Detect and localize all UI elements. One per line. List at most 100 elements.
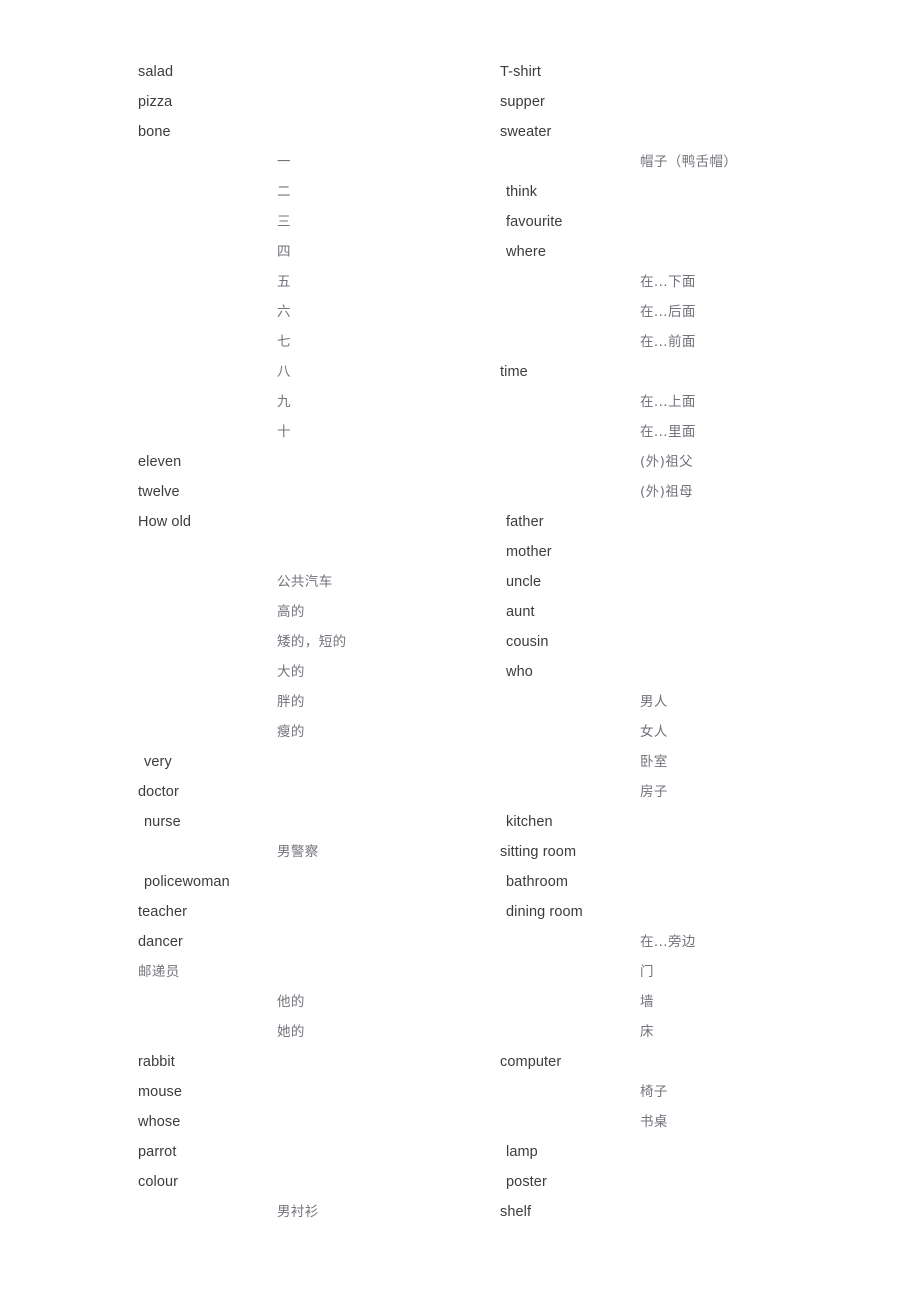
word-cell: 男警察 xyxy=(277,844,319,860)
word-row: teacher dining room xyxy=(0,902,920,932)
word-cell: whose xyxy=(138,1114,181,1130)
word-row: 六 在...后面 xyxy=(0,302,920,332)
word-cell: sitting room xyxy=(500,844,577,860)
word-cell: teacher xyxy=(138,904,188,920)
word-cell: 矮的，短的 xyxy=(277,634,347,650)
word-row: eleven (外)祖父 xyxy=(0,452,920,482)
word-row: policewoman bathroom xyxy=(0,872,920,902)
word-row: 一 帽子（鸭舌帽） xyxy=(0,152,920,182)
word-row: pizza supper xyxy=(0,92,920,122)
word-cell: policewoman xyxy=(144,874,230,890)
word-cell: aunt xyxy=(506,604,535,620)
word-cell: colour xyxy=(138,1174,179,1190)
word-cell: 邮递员 xyxy=(138,964,180,980)
word-cell: 她的 xyxy=(277,1024,305,1040)
word-cell: nurse xyxy=(144,814,181,830)
word-cell: How old xyxy=(138,514,192,530)
word-row: 公共汽车 uncle xyxy=(0,572,920,602)
word-cell: 帽子（鸭舌帽） xyxy=(640,154,738,170)
word-cell: 门 xyxy=(640,964,654,980)
word-row: 她的 床 xyxy=(0,1022,920,1052)
word-cell: bathroom xyxy=(506,874,569,890)
word-cell: twelve xyxy=(138,484,180,500)
word-cell: rabbit xyxy=(138,1054,175,1070)
word-cell: 三 xyxy=(277,214,291,230)
word-row: 他的 墙 xyxy=(0,992,920,1022)
word-cell: pizza xyxy=(138,94,173,110)
word-row: 二 think xyxy=(0,182,920,212)
word-cell: 房子 xyxy=(640,784,668,800)
word-cell: computer xyxy=(500,1054,562,1070)
word-cell: dining room xyxy=(506,904,583,920)
word-cell: 高的 xyxy=(277,604,305,620)
word-row: 八 time xyxy=(0,362,920,392)
word-cell: cousin xyxy=(506,634,549,650)
word-cell: bone xyxy=(138,124,171,140)
word-cell: lamp xyxy=(506,1144,538,1160)
word-cell: shelf xyxy=(500,1204,532,1220)
word-cell: doctor xyxy=(138,784,179,800)
word-cell: 墙 xyxy=(640,994,654,1010)
word-row: mouse 椅子 xyxy=(0,1082,920,1112)
word-cell: 在...旁边 xyxy=(640,934,696,950)
word-cell: 十 xyxy=(277,424,291,440)
word-cell: (外)祖母 xyxy=(640,484,694,500)
word-cell: father xyxy=(506,514,544,530)
word-row: 胖的 男人 xyxy=(0,692,920,722)
word-row: dancer 在...旁边 xyxy=(0,932,920,962)
word-row: bone sweater xyxy=(0,122,920,152)
word-cell: who xyxy=(506,664,533,680)
word-cell: 女人 xyxy=(640,724,668,740)
word-cell: 八 xyxy=(277,364,291,380)
word-cell: very xyxy=(144,754,172,770)
word-cell: 一 xyxy=(277,154,291,170)
word-row: 男警察 sitting room xyxy=(0,842,920,872)
word-cell: 四 xyxy=(277,244,291,260)
word-row: 三 favourite xyxy=(0,212,920,242)
word-row: 男衬衫 shelf xyxy=(0,1202,920,1232)
word-cell: 大的 xyxy=(277,664,305,680)
word-cell: 床 xyxy=(640,1024,654,1040)
word-cell: poster xyxy=(506,1174,547,1190)
word-cell: 公共汽车 xyxy=(277,574,333,590)
word-cell: 他的 xyxy=(277,994,305,1010)
word-cell: kitchen xyxy=(506,814,553,830)
word-cell: dancer xyxy=(138,934,183,950)
word-row: 大的 who xyxy=(0,662,920,692)
word-cell: sweater xyxy=(500,124,552,140)
word-cell: 卧室 xyxy=(640,754,668,770)
word-row: 七 在...前面 xyxy=(0,332,920,362)
word-cell: parrot xyxy=(138,1144,177,1160)
word-cell: 在...后面 xyxy=(640,304,696,320)
word-row: 四 where xyxy=(0,242,920,272)
word-cell: uncle xyxy=(506,574,542,590)
word-cell: 书桌 xyxy=(640,1114,668,1130)
word-row: How old father xyxy=(0,512,920,542)
word-cell: 男人 xyxy=(640,694,668,710)
word-cell: time xyxy=(500,364,528,380)
word-cell: supper xyxy=(500,94,545,110)
word-row: doctor 房子 xyxy=(0,782,920,812)
word-cell: salad xyxy=(138,64,174,80)
word-row: mother xyxy=(0,542,920,572)
word-row: nurse kitchen xyxy=(0,812,920,842)
word-cell: 在...上面 xyxy=(640,394,696,410)
word-cell: 在...里面 xyxy=(640,424,696,440)
word-list-sheet: salad T-shirt pizza supper bone sweater 一 帽子（鸭舌… xyxy=(0,0,920,1302)
word-cell: 九 xyxy=(277,394,291,410)
word-row: twelve (外)祖母 xyxy=(0,482,920,512)
word-cell: eleven xyxy=(138,454,182,470)
word-cell: think xyxy=(506,184,538,200)
word-cell: favourite xyxy=(506,214,563,230)
word-cell: 二 xyxy=(277,184,291,200)
word-cell: mouse xyxy=(138,1084,183,1100)
word-cell: 胖的 xyxy=(277,694,305,710)
word-cell: mother xyxy=(506,544,552,560)
word-row: 五 在...下面 xyxy=(0,272,920,302)
word-cell: 男衬衫 xyxy=(277,1204,319,1220)
word-row: whose 书桌 xyxy=(0,1112,920,1142)
word-row: rabbit computer xyxy=(0,1052,920,1082)
word-cell: 在...下面 xyxy=(640,274,696,290)
word-cell: (外)祖父 xyxy=(640,454,694,470)
word-cell: 在...前面 xyxy=(640,334,696,350)
